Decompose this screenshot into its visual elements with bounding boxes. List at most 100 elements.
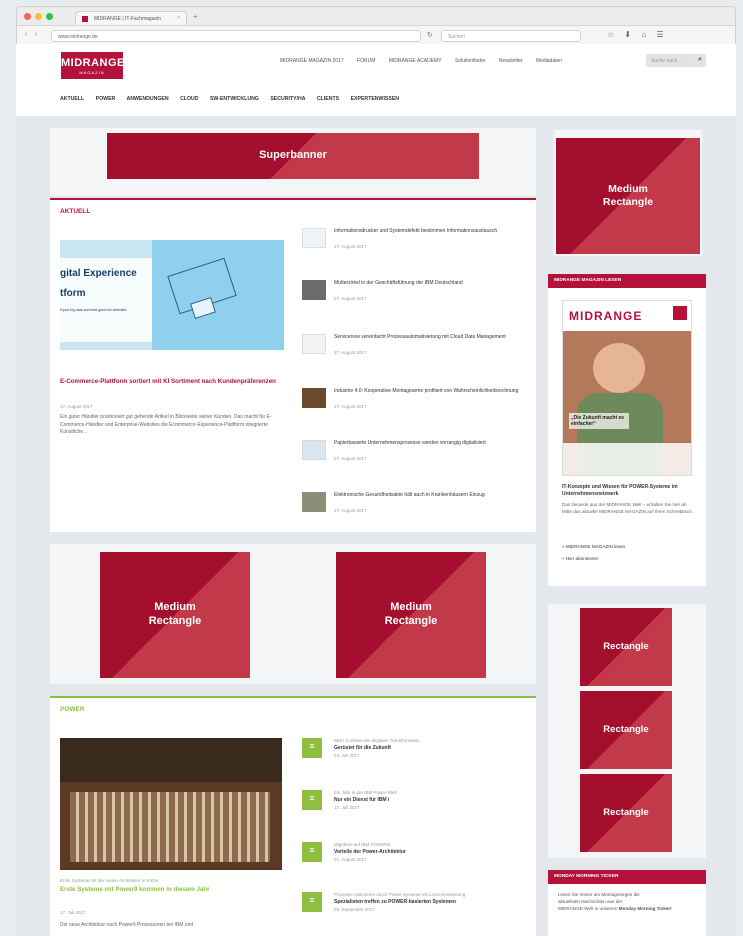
article-icon: ≡ [302,738,322,758]
nav-expertenwissen[interactable]: EXPERTENWISSEN [351,96,399,102]
ad-label-line-1: Medium [154,601,196,614]
cover-person-face [593,343,645,393]
ad-label-line-2: Rectangle [148,615,202,627]
back-icon[interactable]: ‹ [25,31,27,38]
news-thumbnail [302,388,326,408]
news-title: Nur ein Dienst für IBM i [334,797,390,803]
medium-rectangle-slot: Medium Rectangle Medium Rectangle [50,544,536,684]
browser-search-field[interactable]: Suchen [441,30,581,42]
magazine-subscribe-link[interactable]: » Hier abonnieren [562,556,599,561]
search-placeholder: Suche nach ... [651,58,683,64]
list-item[interactable]: Servicenow vereinfacht Prozessautomatisi… [302,334,528,364]
list-item[interactable]: Informationsdrucker und Systemdefekt bes… [302,228,528,258]
browser-tab[interactable]: MIDRANGE | IT-Fachmagazin × [75,11,187,25]
ticker-heading: MONDAY MORNING TICKER [548,870,706,884]
superbanner-ad[interactable]: Superbanner [107,133,479,179]
hero-caption: ll your big data and best guest for webs… [60,308,127,312]
medium-rectangle-ad-1[interactable]: Medium Rectangle [100,552,250,678]
news-date: 27. August 2017 [334,350,367,355]
news-title: Mütterzirkel in der Geschäftsführung der… [334,280,463,286]
rectangle-ad-2[interactable]: Rectangle [580,691,672,769]
rectangle-ad-1[interactable]: Rectangle [580,608,672,686]
list-item[interactable]: ≡ IBM i in Zeiten der digitalen Transfor… [302,738,528,768]
medium-rectangle-ad-2[interactable]: Medium Rectangle [336,552,486,678]
nav-clients[interactable]: CLIENTS [317,96,339,102]
rectangle-ad-3[interactable]: Rectangle [580,774,672,852]
nav-anwendungen[interactable]: ANWENDUNGEN [127,96,169,102]
superbanner-label: Superbanner [259,149,327,162]
aktuell-lead-title[interactable]: E-Commerce-Plattform sortiert mit KI Sor… [60,378,284,386]
ad-label: Rectangle [603,724,649,736]
minimize-window-icon[interactable] [35,13,42,20]
logo-subtitle: MAGAZIN [79,70,105,75]
aktuell-section: AKTUELL gital Experience tform ll your b… [50,198,536,532]
list-item[interactable]: ≡ Prozesse optimieren durch Power-System… [302,892,528,922]
nav-sw-entwicklung[interactable]: SW-ENTWICKLUNG [210,96,259,102]
midrange-logo[interactable]: MIDRANGE MAGAZIN [61,52,124,79]
hall-balcony [60,738,282,782]
cover-logo: MIDRANGE [569,309,643,323]
news-date: 27. August 2017 [334,296,367,301]
top-navigation: MIDRANGE MAGAZIN 2017 FORUM MIDRANGE ACA… [280,58,574,64]
list-item[interactable]: Industrie 4.0: Kooperative Montagearme p… [302,388,528,418]
sidebar-medium-rectangle-ad[interactable]: Medium Rectangle [556,138,700,254]
ticker-text: Lesen Sie immer am Montagmorgen die aktu… [558,892,698,913]
topnav-newsletter[interactable]: Newsletter [499,58,523,64]
list-item[interactable]: Mütterzirkel in der Geschäftsführung der… [302,280,528,310]
topnav-magazin[interactable]: MIDRANGE MAGAZIN 2017 [280,58,344,64]
ad-label-line-2: Rectangle [384,615,438,627]
news-thumbnail [302,280,326,300]
nav-security[interactable]: SECURITY/HA [270,96,305,102]
topnav-academy[interactable]: MIDRANGE ACADEMY [389,58,442,64]
tab-bar: MIDRANGE | IT-Fachmagazin × + [17,7,735,25]
forward-icon[interactable]: › [35,31,37,38]
news-title: Papierbasierte Unternehmensprozesse werd… [334,440,486,446]
browser-window: MIDRANGE | IT-Fachmagazin × + ‹ › www.mi… [16,6,736,45]
new-tab-button[interactable]: + [193,12,198,21]
tab-title: MIDRANGE | IT-Fachmagazin [94,16,161,22]
news-date: 27. August 2017 [334,508,367,513]
news-kicker: Prozesse optimieren durch Power-Systeme … [334,892,466,897]
list-item[interactable]: Papierbasierte Unternehmensprozesse werd… [302,440,528,470]
address-bar[interactable]: www.midrange.de [51,30,421,42]
cover-quote: „Die Zukunft macht es einfacher“ [569,413,629,429]
toolbar-icons[interactable]: ☆ ⬇ ⌂ ☰ [607,30,668,39]
aktuell-hero-image[interactable]: gital Experience tform ll your big data … [60,240,284,350]
main-navigation: AKTUELL POWER ANWENDUNGEN CLOUD SW-ENTWI… [60,96,409,102]
ticker-bold-link[interactable]: Monday Morning Ticker! [619,906,672,911]
news-title: Spezialisten treffen zu POWER-basierten … [334,899,456,905]
favicon-icon [82,16,88,22]
news-date: 27. August 2017 [334,456,367,461]
news-thumbnail [302,334,326,354]
close-window-icon[interactable] [24,13,31,20]
nav-aktuell[interactable]: AKTUELL [60,96,84,102]
magazine-cover[interactable]: MIDRANGE „Die Zukunft macht es einfacher… [562,300,692,476]
search-icon[interactable]: ⌕ [698,56,702,64]
topnav-mediadaten[interactable]: Mediadaten [536,58,562,64]
list-item[interactable]: Elektronische Gesundheitsakte hält auch … [302,492,528,522]
list-item[interactable]: ≡ Ein Jahr in der IBM Power-Welt Nur ein… [302,790,528,820]
news-title: Informationsdrucker und Systemdefekt bes… [334,228,498,234]
magazine-read-link[interactable]: » MIDRANGE MAGAZIN lesen [562,544,625,549]
news-date: 27. August 2017 [334,404,367,409]
list-item[interactable]: ≡ Migration auf IBM POWER8 Vorteile der … [302,842,528,872]
news-thumbnail [302,228,326,248]
power-section: POWER Erste Systeme mit der neuen Archit… [50,696,536,936]
site-search-input[interactable]: Suche nach ... ⌕ [646,54,706,67]
power-lead-kicker: Erste Systeme mit der neuen Architektur … [60,878,159,883]
news-kicker: IBM i in Zeiten der digitalen Transforma… [334,738,420,743]
tab-close-icon[interactable]: × [177,15,180,21]
ticker-text-line-2: aktuellsten Nachrichten aus der [558,898,623,904]
power-lead-title[interactable]: Erste Systeme mit Power9 kommen in diese… [60,886,282,894]
topnav-solutionfinder[interactable]: Solutionfinder [455,58,486,64]
nav-power[interactable]: POWER [96,96,116,102]
ticker-text-line-3: MIDRANGE-Welt in unserem [558,905,618,911]
news-date: 27. August 2017 [334,244,367,249]
nav-cloud[interactable]: CLOUD [180,96,198,102]
news-title: Servicenow vereinfacht Prozessautomatisi… [334,334,506,340]
reload-icon[interactable]: ↻ [427,31,433,39]
power-hero-image[interactable] [60,738,282,870]
ticker-text-line-1: Lesen Sie immer am Montagmorgen die [558,892,640,897]
topnav-forum[interactable]: FORUM [357,58,375,64]
maximize-window-icon[interactable] [46,13,53,20]
